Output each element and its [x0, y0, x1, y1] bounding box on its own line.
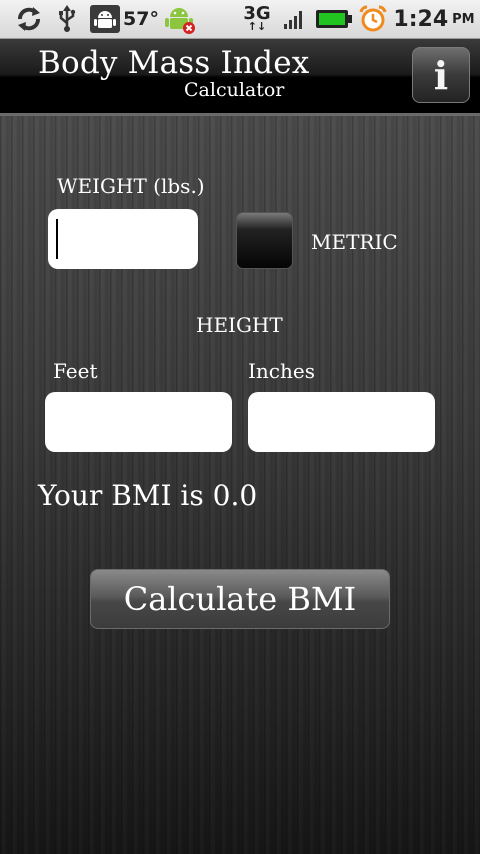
feet-input[interactable] [45, 392, 232, 452]
ampm-text: PM [452, 11, 475, 27]
feet-label: Feet [53, 359, 98, 383]
inches-input[interactable] [248, 392, 435, 452]
time-text: 1:24 [393, 6, 449, 32]
clock-time: 1:24 PM [393, 0, 475, 38]
info-button[interactable]: i [412, 47, 470, 103]
info-icon: i [433, 52, 449, 98]
metric-checkbox[interactable] [236, 212, 293, 269]
battery-icon [314, 0, 354, 38]
text-caret [56, 219, 58, 259]
network-arrows: ↑↓ [247, 19, 267, 33]
metric-label: METRIC [311, 230, 398, 254]
temperature-text: 57° [123, 8, 159, 30]
android-alert-icon [162, 0, 198, 38]
network-label: 3G [243, 2, 271, 24]
calculate-bmi-label: Calculate BMI [123, 580, 357, 618]
app-subtitle: Calculator [184, 79, 285, 101]
alarm-clock-icon [358, 0, 388, 38]
calculate-bmi-button[interactable]: Calculate BMI [90, 569, 390, 629]
title-bar: Body Mass Index Calculator i [0, 39, 480, 113]
signal-icon [280, 0, 308, 38]
status-bar: 57° 3G ↑↓ 1:24 PM [0, 0, 480, 39]
bmi-result: Your BMI is 0.0 [38, 479, 258, 512]
app-title: Body Mass Index [38, 45, 310, 81]
weight-label: WEIGHT (lbs.) [57, 174, 205, 198]
usb-icon [54, 0, 80, 38]
android-debug-icon [88, 0, 122, 38]
weight-input[interactable] [48, 209, 198, 269]
inches-label: Inches [248, 359, 315, 383]
height-label: HEIGHT [196, 313, 283, 337]
main-content: WEIGHT (lbs.) METRIC HEIGHT Feet Inches … [0, 116, 480, 854]
network-3g-icon: 3G ↑↓ [240, 0, 274, 38]
sync-icon [14, 0, 44, 38]
